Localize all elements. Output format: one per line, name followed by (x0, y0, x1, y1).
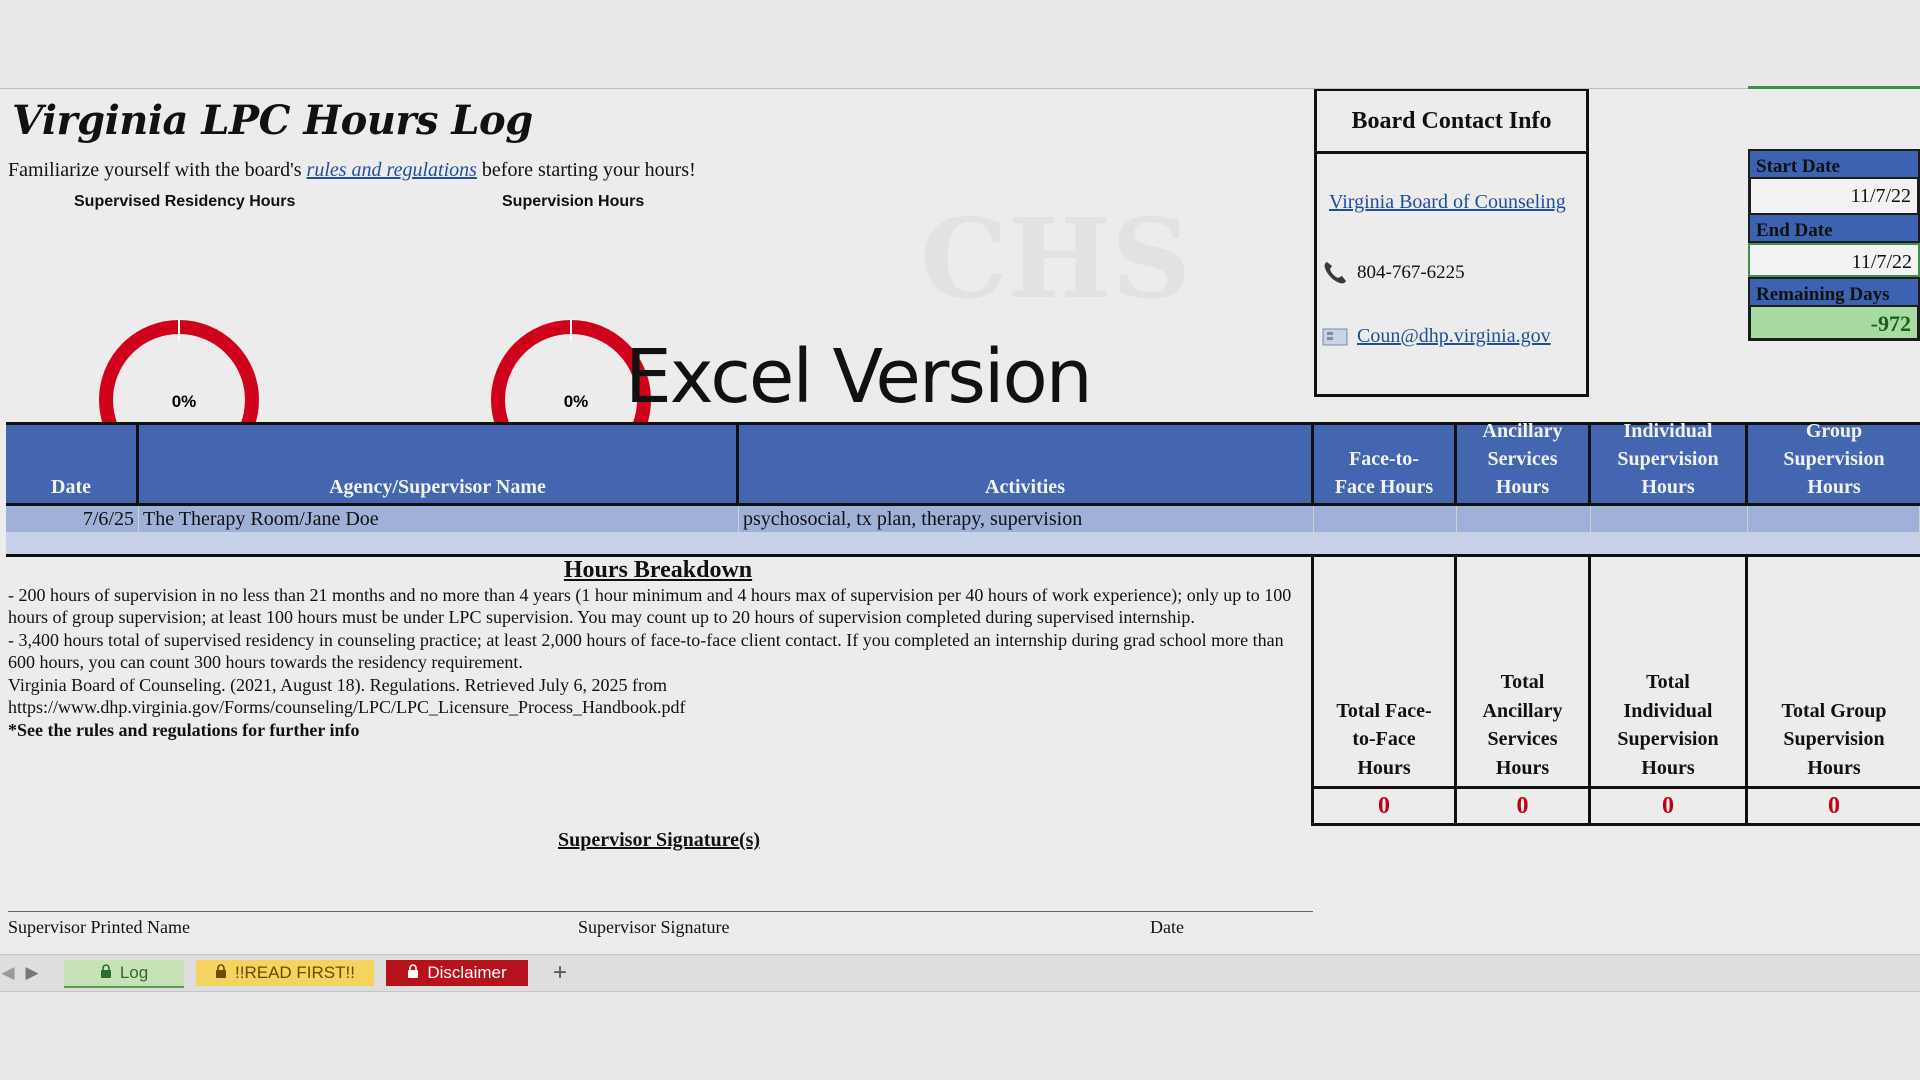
total-ancillary-label: Total Ancillary Services Hours (1457, 554, 1591, 786)
start-date-label: Start Date (1748, 149, 1920, 179)
excel-version-overlay: Excel Version (625, 334, 1093, 420)
selected-cell-border (1748, 86, 1920, 89)
phone-icon (1324, 262, 1346, 284)
breakdown-citation: Virginia Board of Counseling. (2021, Aug… (8, 674, 668, 695)
intro-before: Familiarize yourself with the board's (8, 159, 307, 181)
breakdown-residency: - 3,400 hours total of supervised reside… (8, 629, 1284, 673)
hours-breakdown: Hours Breakdown - 200 hours of supervisi… (8, 557, 1308, 741)
row-f2f[interactable] (1314, 506, 1457, 532)
log-table-header: Date Agency/Supervisor Name Activities F… (6, 420, 1920, 506)
printed-name-label: Supervisor Printed Name (8, 917, 190, 937)
row-agency[interactable]: The Therapy Room/Jane Doe (139, 506, 739, 532)
supervision-gauge-percent: 0% (564, 392, 589, 411)
scroll-left-icon[interactable]: ◀ (0, 960, 16, 986)
signature-label: Supervisor Signature (578, 917, 730, 937)
spreadsheet-area: Virginia LPC Hours Log Familiarize yours… (0, 86, 1920, 955)
tab-read-first[interactable]: !!READ FIRST!! (196, 960, 374, 986)
breakdown-url: https://www.dhp.virginia.gov/Forms/couns… (8, 697, 686, 717)
breakdown-supervision: - 200 hours of supervision in no less th… (8, 584, 1292, 628)
board-link[interactable]: Virginia Board of Counseling (1329, 191, 1566, 214)
empty-cell[interactable] (739, 532, 1314, 554)
lock-icon (407, 963, 419, 983)
end-date-value[interactable]: 11/7/22 (1748, 243, 1920, 277)
residency-gauge-percent: 0% (172, 392, 197, 411)
header-date[interactable]: Date (6, 425, 139, 503)
scroll-right-icon[interactable]: ▶ (20, 960, 44, 986)
add-sheet-icon[interactable]: + (548, 959, 572, 986)
rules-link[interactable]: rules and regulations (307, 159, 477, 181)
empty-cell[interactable] (6, 532, 139, 554)
header-group[interactable]: Group Supervision Hours (1748, 420, 1920, 503)
total-individual-value: 0 (1591, 786, 1748, 826)
row-group[interactable] (1748, 506, 1920, 532)
header-ancillary[interactable]: Ancillary Services Hours (1457, 420, 1591, 503)
remaining-days-label: Remaining Days (1748, 277, 1920, 307)
email-link[interactable]: Coun@dhp.virginia.gov (1357, 325, 1551, 348)
row-individual[interactable] (1591, 506, 1748, 532)
phone-number: 804-767-6225 (1357, 262, 1465, 283)
total-group-label: Total Group Supervision Hours (1781, 699, 1887, 779)
gauge-label-supervision: Supervision Hours (502, 193, 645, 210)
tab-log-label: Log (119, 963, 149, 982)
total-individual-label: Total Individual Supervision Hours (1591, 554, 1748, 786)
breakdown-note: *See the rules and regulations for furth… (8, 719, 360, 740)
empty-cell[interactable] (1314, 532, 1457, 554)
gauge-label-residency: Supervised Residency Hours (74, 193, 296, 210)
total-group-value: 0 (1748, 786, 1920, 826)
row-activities[interactable]: psychosocial, tx plan, therapy, supervis… (739, 506, 1314, 532)
intro-after: before starting your hours! (476, 159, 696, 181)
start-date-value[interactable]: 11/7/22 (1748, 179, 1920, 213)
email-row: Coun@dhp.virginia.gov (1321, 325, 1551, 348)
empty-cell[interactable] (139, 532, 739, 554)
lock-icon (100, 963, 112, 983)
header-agency[interactable]: Agency/Supervisor Name (139, 425, 739, 503)
header-individual[interactable]: Individual Supervision Hours (1591, 420, 1748, 503)
total-f2f-value: 0 (1314, 786, 1457, 826)
board-contact-box: Board Contact Info Virginia Board of Cou… (1314, 89, 1589, 397)
total-f2f-label: Total Face-to-Face Hours (1314, 554, 1457, 786)
board-link-row: Virginia Board of Counseling (1329, 191, 1566, 214)
total-ancillary-value: 0 (1457, 786, 1591, 826)
totals-value-left-border (1311, 786, 1314, 826)
header-face-to-face[interactable]: Face-to-Face Hours (1314, 425, 1457, 503)
email-icon (1322, 328, 1348, 345)
page-title: Virginia LPC Hours Log (12, 97, 533, 144)
phone-row: 804-767-6225 (1321, 259, 1465, 287)
empty-cell[interactable] (1748, 532, 1920, 554)
background-logo: CHS (920, 194, 1191, 323)
tab-disclaimer-label: Disclaimer (427, 963, 507, 982)
signature-line (8, 911, 1313, 912)
remaining-days-value: -972 (1748, 307, 1920, 341)
tab-log[interactable]: Log (64, 960, 184, 988)
date-block: Start Date 11/7/22 End Date 11/7/22 Rema… (1748, 149, 1920, 341)
tab-read-first-label: !!READ FIRST!! (235, 963, 355, 982)
empty-cell[interactable] (1591, 532, 1748, 554)
table-row: 7/6/25 The Therapy Room/Jane Doe psychos… (6, 506, 1920, 533)
intro-text: Familiarize yourself with the board's ru… (8, 159, 696, 182)
contact-heading: Board Contact Info (1317, 91, 1586, 154)
date-label: Date (1150, 917, 1184, 937)
row-ancillary[interactable] (1457, 506, 1591, 532)
header-activities[interactable]: Activities (739, 425, 1314, 503)
end-date-label: End Date (1748, 213, 1920, 243)
empty-cell[interactable] (1457, 532, 1591, 554)
breakdown-heading: Hours Breakdown (563, 557, 753, 583)
supervisor-signature-title: Supervisor Signature(s) (558, 829, 761, 851)
tab-disclaimer[interactable]: Disclaimer (386, 960, 528, 986)
sheet-tab-bar: ◀ ▶ Log !!READ FIRST!! Disclaimer + (0, 954, 1920, 992)
lock-icon (215, 963, 227, 983)
row-date[interactable]: 7/6/25 (6, 506, 139, 532)
